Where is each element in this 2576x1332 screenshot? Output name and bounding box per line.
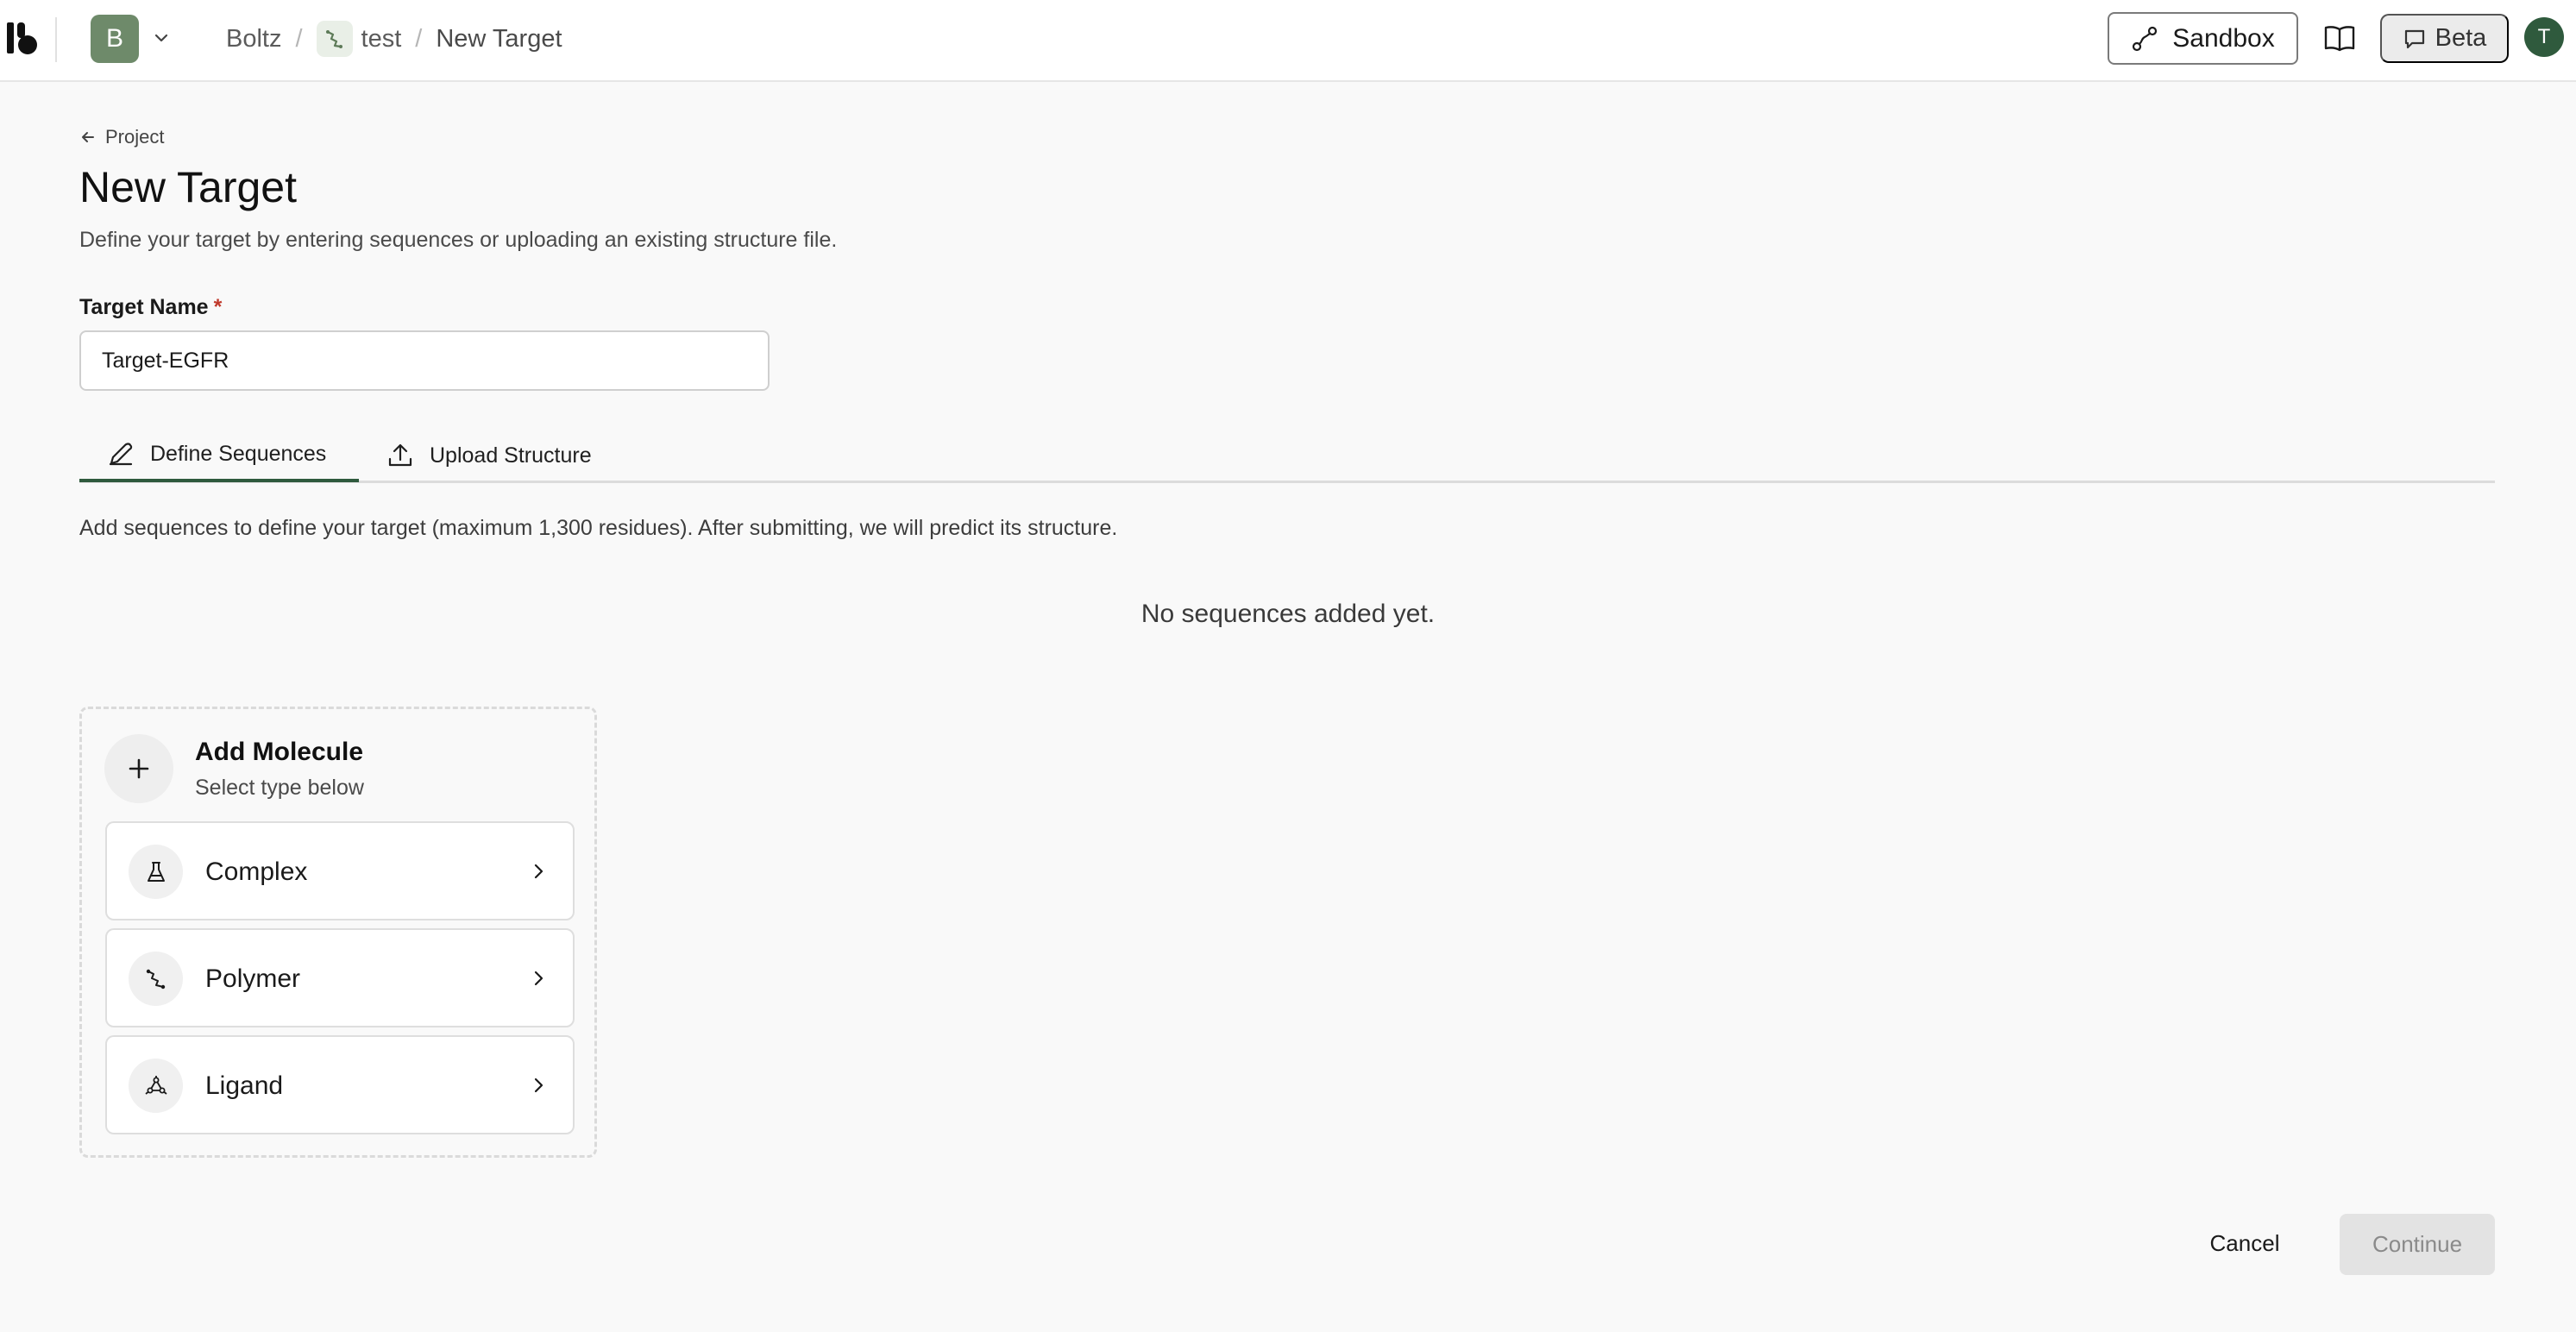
workspace-avatar[interactable]: B — [91, 15, 139, 63]
target-name-label-text: Target Name — [79, 295, 209, 319]
tab-define-sequences-label: Define Sequences — [150, 441, 327, 466]
docs-book-icon[interactable] — [2322, 21, 2357, 55]
project-polymer-icon — [316, 21, 353, 57]
workspace-chevron-down-icon[interactable] — [152, 28, 171, 47]
tab-upload-structure-label: Upload Structure — [430, 443, 592, 468]
beta-label: Beta — [2435, 24, 2487, 52]
molecule-option-label: Ligand — [205, 1071, 284, 1100]
breadcrumb-project[interactable]: test — [361, 25, 402, 53]
chevron-right-icon — [534, 971, 543, 986]
target-name-label: Target Name * — [79, 295, 222, 320]
breadcrumb-current: New Target — [436, 24, 562, 53]
breadcrumb: Boltz / test / New Target — [226, 19, 562, 59]
cancel-button[interactable]: Cancel — [2191, 1215, 2298, 1272]
empty-state-text: No sequences added yet. — [1140, 600, 1436, 628]
back-link-label: Project — [105, 126, 165, 148]
page-subtitle: Define your target by entering sequences… — [79, 228, 838, 252]
molecule-option-label: Complex — [205, 858, 308, 886]
topbar-divider — [55, 17, 57, 62]
arrow-left-icon — [82, 132, 94, 142]
molecule-option-polymer[interactable]: Polymer — [105, 928, 575, 1027]
back-to-project-link[interactable]: Project — [79, 126, 164, 148]
pencil-icon — [109, 443, 133, 466]
chat-bubble-icon — [2404, 29, 2424, 48]
sandbox-icon — [2133, 26, 2158, 51]
chevron-right-icon — [534, 864, 543, 879]
target-name-input[interactable] — [79, 330, 770, 391]
plus-icon[interactable] — [104, 734, 173, 803]
tab-define-sequences[interactable]: Define Sequences — [79, 429, 359, 482]
molecule-option-label: Polymer — [205, 964, 301, 993]
breadcrumb-org[interactable]: Boltz — [226, 25, 281, 53]
chevron-right-icon — [534, 1078, 543, 1093]
add-molecule-title: Add Molecule — [195, 738, 364, 766]
user-avatar[interactable]: T — [2524, 17, 2564, 57]
add-molecule-subtitle: Select type below — [195, 776, 364, 800]
polymer-icon — [129, 952, 183, 1006]
tab-upload-structure[interactable]: Upload Structure — [386, 429, 592, 482]
sandbox-button[interactable]: Sandbox — [2108, 12, 2298, 65]
upload-icon — [388, 443, 412, 467]
molecule-option-ligand[interactable]: Ligand — [105, 1035, 575, 1134]
page-title: New Target — [79, 163, 297, 211]
breadcrumb-separator: / — [415, 24, 423, 53]
top-bar: B Boltz / test / New Target Sandbox Beta… — [0, 0, 2576, 82]
beta-feedback-button[interactable]: Beta — [2380, 14, 2509, 63]
add-molecule-card: Add Molecule Select type below Complex P… — [79, 707, 597, 1158]
ligand-icon — [129, 1059, 183, 1113]
sandbox-label: Sandbox — [2172, 23, 2275, 53]
breadcrumb-separator: / — [295, 24, 303, 53]
required-asterisk: * — [213, 295, 223, 319]
sequences-help-text: Add sequences to define your target (max… — [79, 516, 1118, 540]
flask-icon — [129, 845, 183, 899]
molecule-option-complex[interactable]: Complex — [105, 821, 575, 920]
boltz-logo-icon[interactable] — [5, 19, 40, 57]
continue-button[interactable]: Continue — [2340, 1214, 2495, 1275]
